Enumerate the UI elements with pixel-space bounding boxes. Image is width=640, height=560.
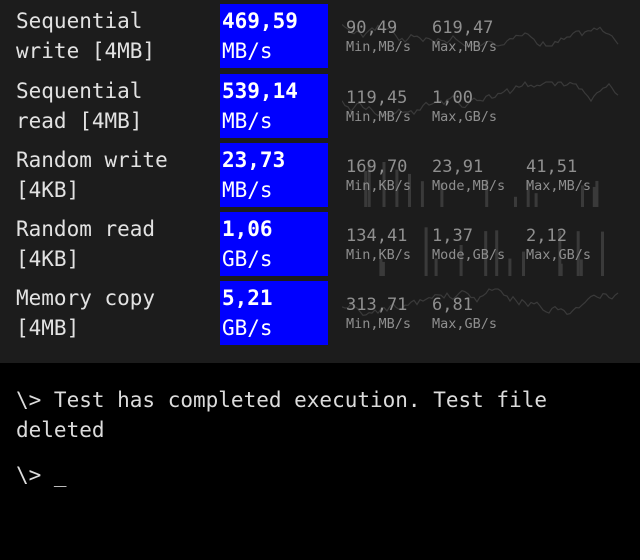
- stat-caption: Max,GB/s: [432, 316, 498, 332]
- result-value: 539,14: [222, 79, 298, 103]
- stat-min: 134,41 Min,KB/s: [346, 226, 411, 264]
- stat-value: 90,49: [346, 18, 398, 38]
- sparkline-bar: [508, 258, 512, 276]
- stat-value: 41,51: [526, 157, 578, 177]
- sparkline-bar: [420, 181, 424, 207]
- sparkline-bar: [514, 196, 517, 207]
- stat-max: 1,00 Max,GB/s: [432, 88, 497, 126]
- test-label-line1: Sequential: [16, 79, 143, 103]
- test-label-line2: [4KB]: [16, 247, 80, 271]
- result-box: 1,06 GB/s: [220, 212, 328, 276]
- result-box: 469,59 MB/s: [220, 4, 328, 68]
- stat-caption: Min,KB/s: [346, 247, 412, 263]
- console-message: \> Test has completed execution. Test fi…: [16, 388, 560, 442]
- sparkline-bar: [595, 180, 599, 207]
- stat-caption: Max,GB/s: [432, 109, 498, 125]
- sparkline-bar: [601, 231, 604, 276]
- result-unit: GB/s: [222, 316, 273, 340]
- stat-value: 23,91: [432, 157, 484, 177]
- stat-caption: Min,KB/s: [346, 178, 412, 194]
- test-row-sequential-read: Sequential read [4MB] 539,14 MB/s 119,45…: [0, 74, 640, 140]
- stat-mode: 23,91 Mode,MB/s: [432, 157, 505, 195]
- stat-value: 6,81: [432, 295, 473, 315]
- stat-value: 169,70: [346, 157, 408, 177]
- results-panel: Sequential write [4MB] 469,59 MB/s 90,49…: [0, 0, 640, 363]
- stat-caption: Max,MB/s: [526, 178, 592, 194]
- result-value: 5,21: [222, 286, 273, 310]
- stat-min: 90,49 Min,MB/s: [346, 18, 411, 56]
- test-label-line1: Random read: [16, 217, 156, 241]
- sparkline-bar: [534, 193, 538, 207]
- stat-min: 169,70 Min,KB/s: [346, 157, 411, 195]
- stat-caption: Min,MB/s: [346, 109, 412, 125]
- stat-value: 1,37: [432, 226, 473, 246]
- stat-caption: Max,GB/s: [526, 247, 592, 263]
- stat-caption: Min,MB/s: [346, 316, 412, 332]
- stat-max: 6,81 Max,GB/s: [432, 295, 497, 333]
- stat-caption: Mode,GB/s: [432, 247, 506, 263]
- test-row-random-read: Random read [4KB] 1,06 GB/s 134,41 Min,K…: [0, 212, 640, 278]
- stat-caption: Min,MB/s: [346, 39, 412, 55]
- result-value: 1,06: [222, 217, 273, 241]
- sparkline-bar: [522, 251, 525, 276]
- test-row-random-write: Random write [4KB] 23,73 MB/s 169,70 Min…: [0, 143, 640, 209]
- result-box: 5,21 GB/s: [220, 281, 328, 345]
- stat-caption: Mode,MB/s: [432, 178, 506, 194]
- stat-mode: 1,37 Mode,GB/s: [432, 226, 505, 264]
- sparkline-bar: [381, 261, 385, 276]
- test-label-line2: [4MB]: [16, 316, 80, 340]
- test-label-line1: Sequential: [16, 9, 143, 33]
- result-unit: MB/s: [222, 109, 273, 133]
- stat-value: 619,47: [432, 18, 494, 38]
- result-value: 23,73: [222, 148, 286, 172]
- test-label: Random write [4KB]: [16, 145, 216, 205]
- test-label: Sequential read [4MB]: [16, 76, 216, 136]
- sparkline-bar: [592, 186, 596, 207]
- stat-max: 41,51 Max,MB/s: [526, 157, 591, 195]
- test-row-sequential-write: Sequential write [4MB] 469,59 MB/s 90,49…: [0, 4, 640, 70]
- test-label-line1: Memory copy: [16, 286, 156, 310]
- test-label-line1: Random write: [16, 148, 168, 172]
- sparkline-bar: [424, 227, 428, 276]
- result-unit: MB/s: [222, 39, 273, 63]
- stat-value: 119,45: [346, 88, 408, 108]
- result-box: 539,14 MB/s: [220, 74, 328, 138]
- test-row-memory-copy: Memory copy [4MB] 5,21 GB/s 313,71 Min,M…: [0, 281, 640, 347]
- result-box: 23,73 MB/s: [220, 143, 328, 207]
- result-value: 469,59: [222, 9, 298, 33]
- test-label: Random read [4KB]: [16, 214, 216, 274]
- stat-caption: Max,MB/s: [432, 39, 498, 55]
- test-label-line2: [4KB]: [16, 178, 80, 202]
- stat-value: 2,12: [526, 226, 567, 246]
- result-unit: GB/s: [222, 247, 273, 271]
- test-label-line2: read [4MB]: [16, 109, 143, 133]
- stat-min: 313,71 Min,MB/s: [346, 295, 411, 333]
- stat-value: 134,41: [346, 226, 408, 246]
- stat-value: 313,71: [346, 295, 408, 315]
- result-unit: MB/s: [222, 178, 273, 202]
- test-label: Sequential write [4MB]: [16, 6, 216, 66]
- stat-max: 619,47 Max,MB/s: [432, 18, 497, 56]
- stat-value: 1,00: [432, 88, 473, 108]
- test-label-line2: write [4MB]: [16, 39, 156, 63]
- test-label: Memory copy [4MB]: [16, 283, 216, 343]
- stat-min: 119,45 Min,MB/s: [346, 88, 411, 126]
- stat-max: 2,12 Max,GB/s: [526, 226, 591, 264]
- console-prompt[interactable]: \> _: [16, 460, 67, 490]
